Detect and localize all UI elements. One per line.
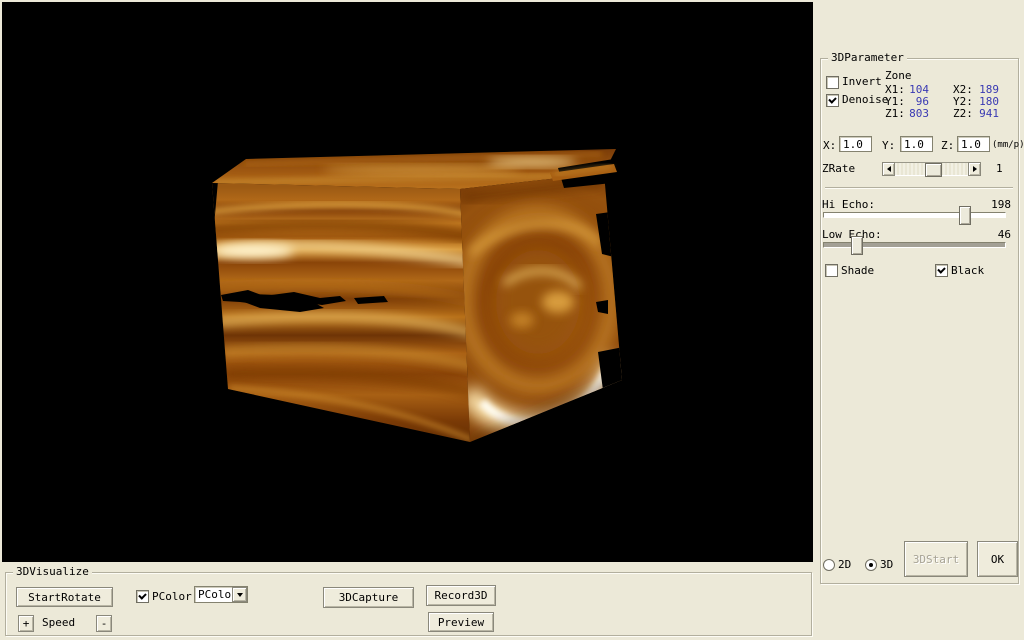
hi-echo-label: Hi Echo:: [822, 199, 875, 211]
pcolor-combobox-value: PColor: [195, 587, 232, 602]
render-viewport[interactable]: [2, 2, 813, 562]
denoise-label: Denoise: [842, 94, 888, 106]
ok-button[interactable]: OK: [977, 541, 1018, 577]
low-echo-thumb[interactable]: [851, 236, 863, 255]
invert-label: Invert: [842, 76, 882, 88]
y-scale-input[interactable]: 1.0: [900, 136, 933, 152]
shade-label: Shade: [841, 265, 874, 277]
side-panel: 3DParameter Invert Denoise Zone X1: 104 …: [813, 0, 1024, 640]
zrate-track[interactable]: [895, 162, 968, 176]
hi-echo-track[interactable]: [823, 212, 1006, 218]
pcolor-checkbox[interactable]: [136, 590, 149, 603]
mode-2d-radio[interactable]: [823, 559, 835, 571]
speed-plus-button[interactable]: +: [18, 615, 34, 632]
x-scale-label: X:: [823, 140, 836, 152]
scale-unit-label: (mm/p): [992, 139, 1024, 151]
visualize-groupbox-title: 3DVisualize: [13, 565, 92, 578]
invert-checkbox[interactable]: [826, 76, 839, 89]
y-scale-label: Y:: [882, 140, 895, 152]
z-scale-label: Z:: [941, 140, 954, 152]
parameter-groupbox-title: 3DParameter: [828, 51, 907, 64]
zrate-left-arrow-button[interactable]: [882, 162, 895, 176]
3dstart-button[interactable]: 3DStart: [904, 541, 968, 577]
pcolor-combobox[interactable]: PColor: [194, 586, 248, 603]
hi-echo-value: 198: [971, 199, 1011, 211]
preview-button[interactable]: Preview: [428, 612, 494, 632]
denoise-checkbox[interactable]: [826, 94, 839, 107]
pcolor-label: PColor: [152, 591, 192, 603]
zone-z1-value: 803: [897, 108, 929, 120]
black-label: Black: [951, 265, 984, 277]
zrate-label: ZRate: [822, 163, 855, 175]
app-window: 3DParameter Invert Denoise Zone X1: 104 …: [0, 0, 1024, 640]
mode-3d-radio[interactable]: [865, 559, 877, 571]
start-rotate-button[interactable]: StartRotate: [16, 587, 113, 607]
parameter-groupbox: 3DParameter Invert Denoise Zone X1: 104 …: [820, 58, 1019, 584]
shade-checkbox[interactable]: [825, 264, 838, 277]
speed-minus-button[interactable]: -: [96, 615, 112, 632]
low-echo-value: 46: [971, 229, 1011, 241]
chevron-down-icon: [237, 593, 243, 600]
zrate-value: 1: [996, 163, 1003, 175]
pcolor-combobox-dropdown-button[interactable]: [232, 587, 247, 602]
record3d-button[interactable]: Record3D: [426, 585, 496, 606]
3dcapture-button[interactable]: 3DCapture: [323, 587, 414, 608]
right-arrow-icon: [973, 166, 980, 172]
left-arrow-icon: [884, 166, 891, 172]
speed-label: Speed: [42, 617, 75, 629]
x-scale-input[interactable]: 1.0: [839, 136, 872, 152]
separator: [825, 187, 1013, 189]
zrate-right-arrow-button[interactable]: [968, 162, 981, 176]
visualize-groupbox: 3DVisualize StartRotate + Speed - PColor…: [5, 572, 812, 636]
low-echo-track[interactable]: [823, 242, 1006, 248]
zone-title: Zone: [885, 70, 912, 82]
black-checkbox[interactable]: [935, 264, 948, 277]
mode-3d-label: 3D: [880, 559, 893, 571]
zone-z2-value: 941: [967, 108, 999, 120]
zrate-scrollbar: [882, 162, 981, 176]
volume-render-svg: [2, 2, 813, 562]
zrate-thumb[interactable]: [925, 163, 942, 177]
mode-2d-label: 2D: [838, 559, 851, 571]
hi-echo-thumb[interactable]: [959, 206, 971, 225]
z-scale-input[interactable]: 1.0: [957, 136, 990, 152]
